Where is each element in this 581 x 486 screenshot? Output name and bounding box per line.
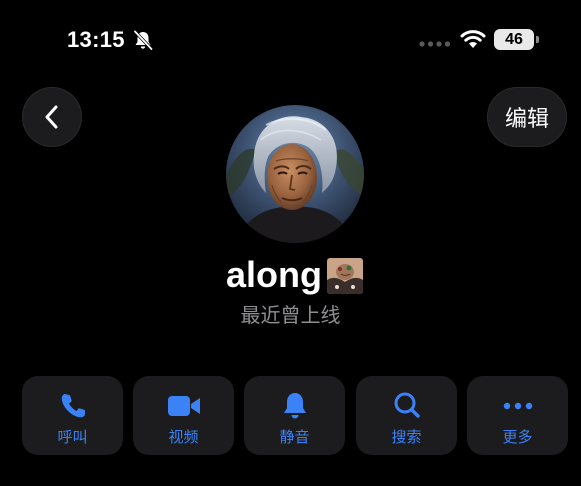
search-icon <box>394 392 420 418</box>
more-button[interactable]: 更多 <box>467 376 568 455</box>
action-bar: 呼叫 视频 静音 搜索 更多 <box>22 376 568 455</box>
more-icon <box>503 402 532 410</box>
bell-icon <box>283 393 306 419</box>
cellular-signal-icon <box>419 41 451 47</box>
more-label: 更多 <box>502 428 533 446</box>
status-time: 13:15 <box>67 27 125 52</box>
video-button[interactable]: 视频 <box>133 376 234 455</box>
mute-label: 静音 <box>279 428 310 446</box>
search-label: 搜索 <box>391 428 422 446</box>
last-seen-status: 最近曾上线 <box>240 303 341 327</box>
wifi-icon <box>460 30 486 48</box>
battery-level: 46 <box>494 29 534 50</box>
call-button[interactable]: 呼叫 <box>22 376 123 455</box>
mute-button[interactable]: 静音 <box>244 376 345 455</box>
contact-name-row: along <box>0 252 581 298</box>
battery-cap <box>536 36 539 43</box>
emoji-status-icon[interactable] <box>327 258 363 294</box>
chevron-left-icon <box>45 105 58 129</box>
back-button[interactable] <box>22 87 82 147</box>
battery-indicator: 46 <box>494 29 539 50</box>
edit-button[interactable]: 编辑 <box>487 87 567 147</box>
video-icon <box>167 396 200 416</box>
contact-name: along <box>226 254 322 295</box>
phone-icon <box>61 394 85 418</box>
bell-slash-icon <box>133 29 154 51</box>
call-label: 呼叫 <box>57 428 88 446</box>
video-label: 视频 <box>168 428 199 446</box>
search-button[interactable]: 搜索 <box>356 376 457 455</box>
avatar[interactable] <box>226 105 364 243</box>
